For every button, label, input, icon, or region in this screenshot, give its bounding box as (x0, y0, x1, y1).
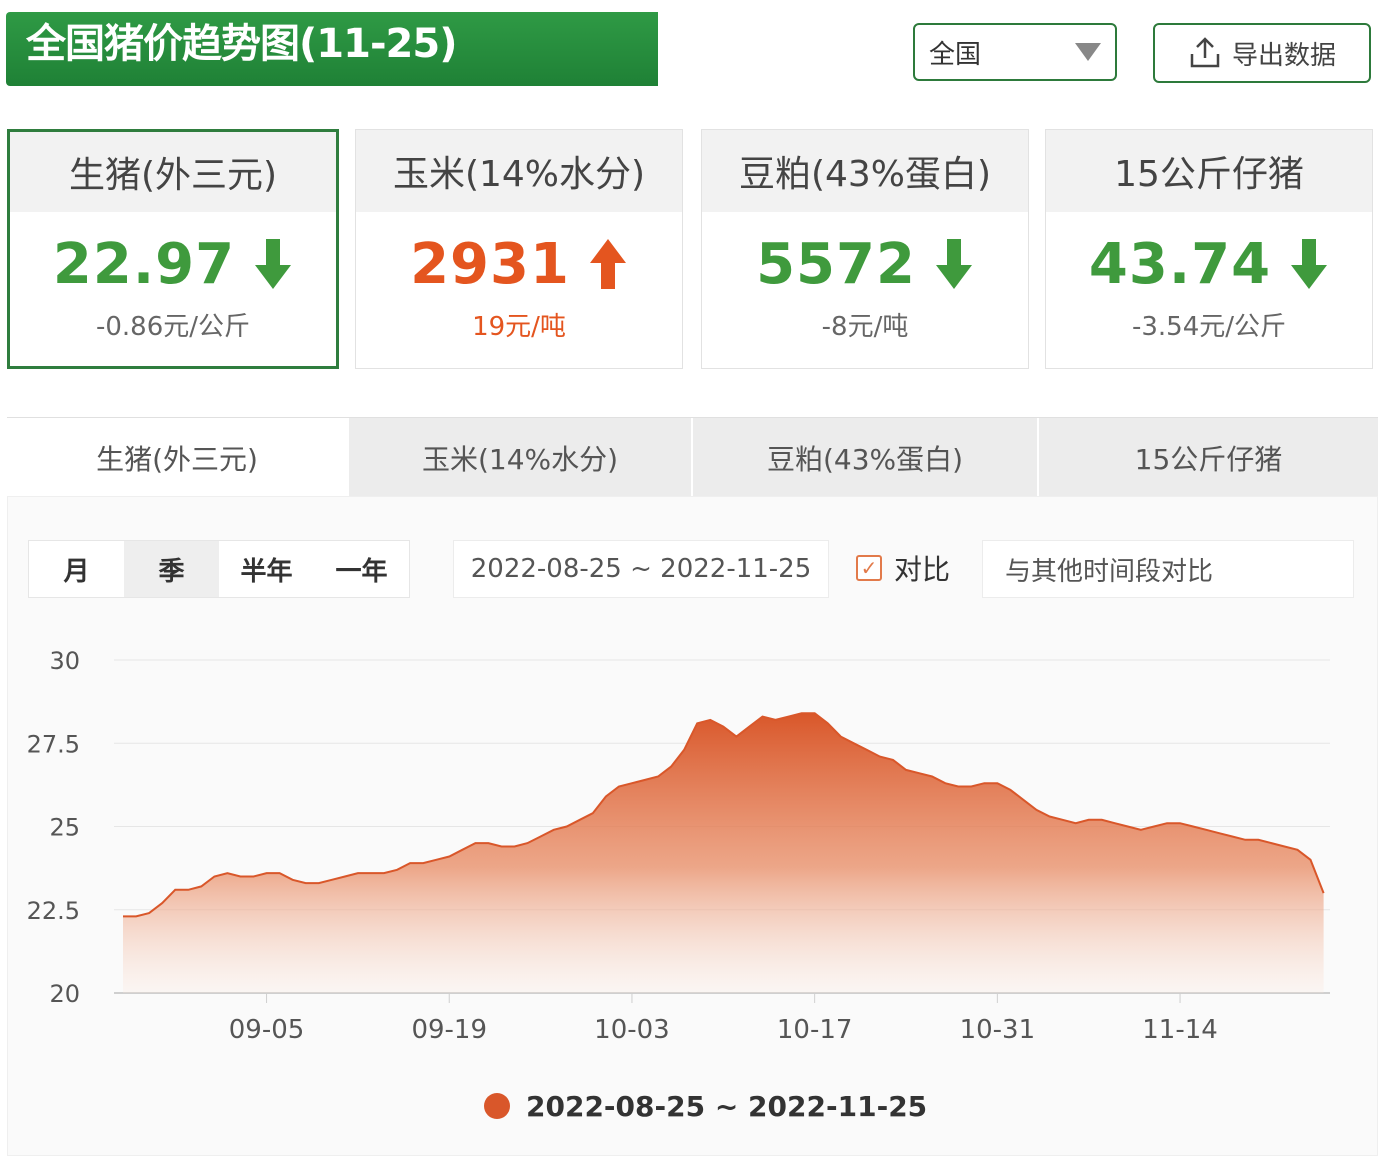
x-tick-label: 09-19 (411, 1015, 487, 1045)
legend-label: 2022-08-25 ~ 2022-11-25 (526, 1089, 928, 1123)
x-tick-label: 10-31 (960, 1015, 1036, 1045)
y-tick-label: 30 (49, 647, 80, 675)
x-tick-label: 10-17 (777, 1015, 853, 1045)
y-tick-label: 27.5 (27, 730, 80, 758)
y-tick-label: 22.5 (27, 897, 80, 925)
chart-legend[interactable]: 2022-08-25 ~ 2022-11-25 (484, 1086, 927, 1126)
x-tick-label: 09-05 (229, 1015, 305, 1045)
legend-marker (484, 1093, 510, 1119)
y-tick-label: 25 (49, 814, 80, 842)
x-tick-label: 10-03 (594, 1015, 670, 1045)
x-tick-label: 11-14 (1142, 1015, 1218, 1045)
series-area (123, 713, 1324, 993)
price-chart: 30 27.5 25 22.5 20 09-05 09-19 10-03 10-17 10-31… (27, 647, 1330, 1045)
y-tick-label: 20 (49, 980, 80, 1008)
